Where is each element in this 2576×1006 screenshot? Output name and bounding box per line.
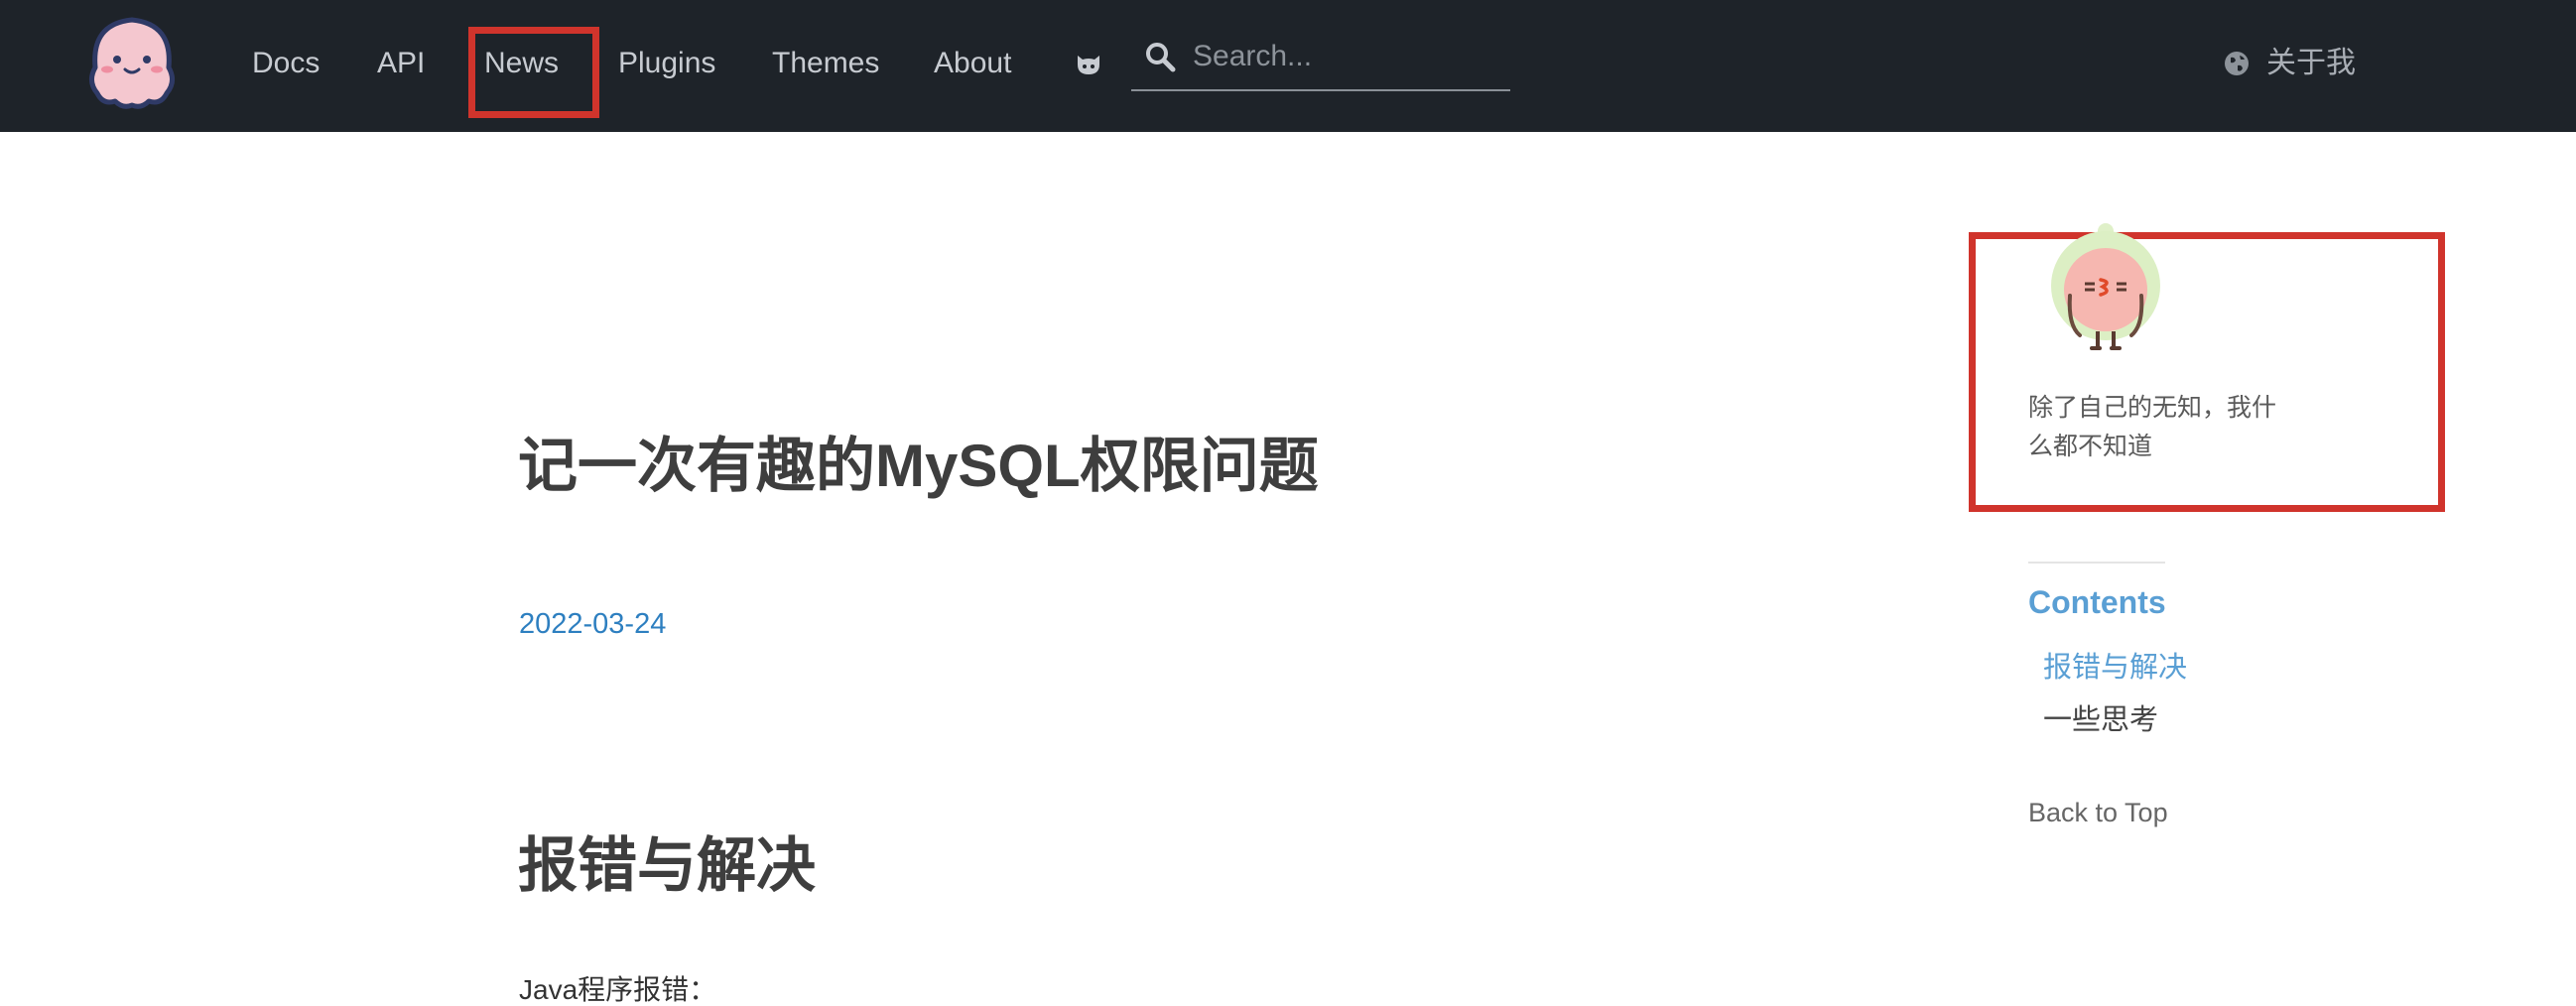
sidebar-divider: [2028, 562, 2165, 564]
body-text: Java程序报错：: [519, 974, 717, 1005]
news-highlight-box: [468, 27, 599, 118]
page: Docs API News Plugins Themes About 关于我 记…: [0, 0, 2576, 1006]
article-title: 记一次有趣的MySQL权限问题: [518, 433, 1319, 499]
toc-title: Contents: [2028, 584, 2166, 620]
back-to-top-link[interactable]: Back to Top: [2028, 794, 2168, 831]
author-bio-line-1: 除了自己的无知，我什: [2028, 394, 2277, 422]
globe-icon: [2225, 52, 2249, 75]
toc-item-error-and-fix[interactable]: 报错与解决: [2043, 647, 2187, 689]
toc-item-thoughts[interactable]: 一些思考: [2043, 699, 2158, 741]
search-input[interactable]: [1193, 34, 1500, 79]
search-box: [1131, 32, 1510, 91]
nav-link-docs[interactable]: Docs: [252, 42, 320, 85]
octopus-logo[interactable]: [77, 10, 187, 115]
search-icon: [1146, 43, 1176, 72]
author-bio-line-2: 么都不知道: [2028, 433, 2153, 460]
nav-link-plugins[interactable]: Plugins: [618, 42, 715, 85]
top-navbar: Docs API News Plugins Themes About 关于我: [0, 0, 2576, 132]
section-heading: 报错与解决: [518, 832, 816, 899]
author-bio: 除了自己的无知，我什 么都不知道: [2028, 389, 2316, 466]
nav-link-about[interactable]: About: [934, 42, 1011, 85]
nav-link-themes[interactable]: Themes: [772, 42, 879, 85]
github-icon[interactable]: [1074, 50, 1103, 79]
avatar: [2051, 223, 2160, 350]
article-date[interactable]: 2022-03-24: [519, 604, 666, 644]
nav-link-api[interactable]: API: [377, 42, 425, 85]
about-me-link[interactable]: 关于我: [2266, 42, 2356, 85]
